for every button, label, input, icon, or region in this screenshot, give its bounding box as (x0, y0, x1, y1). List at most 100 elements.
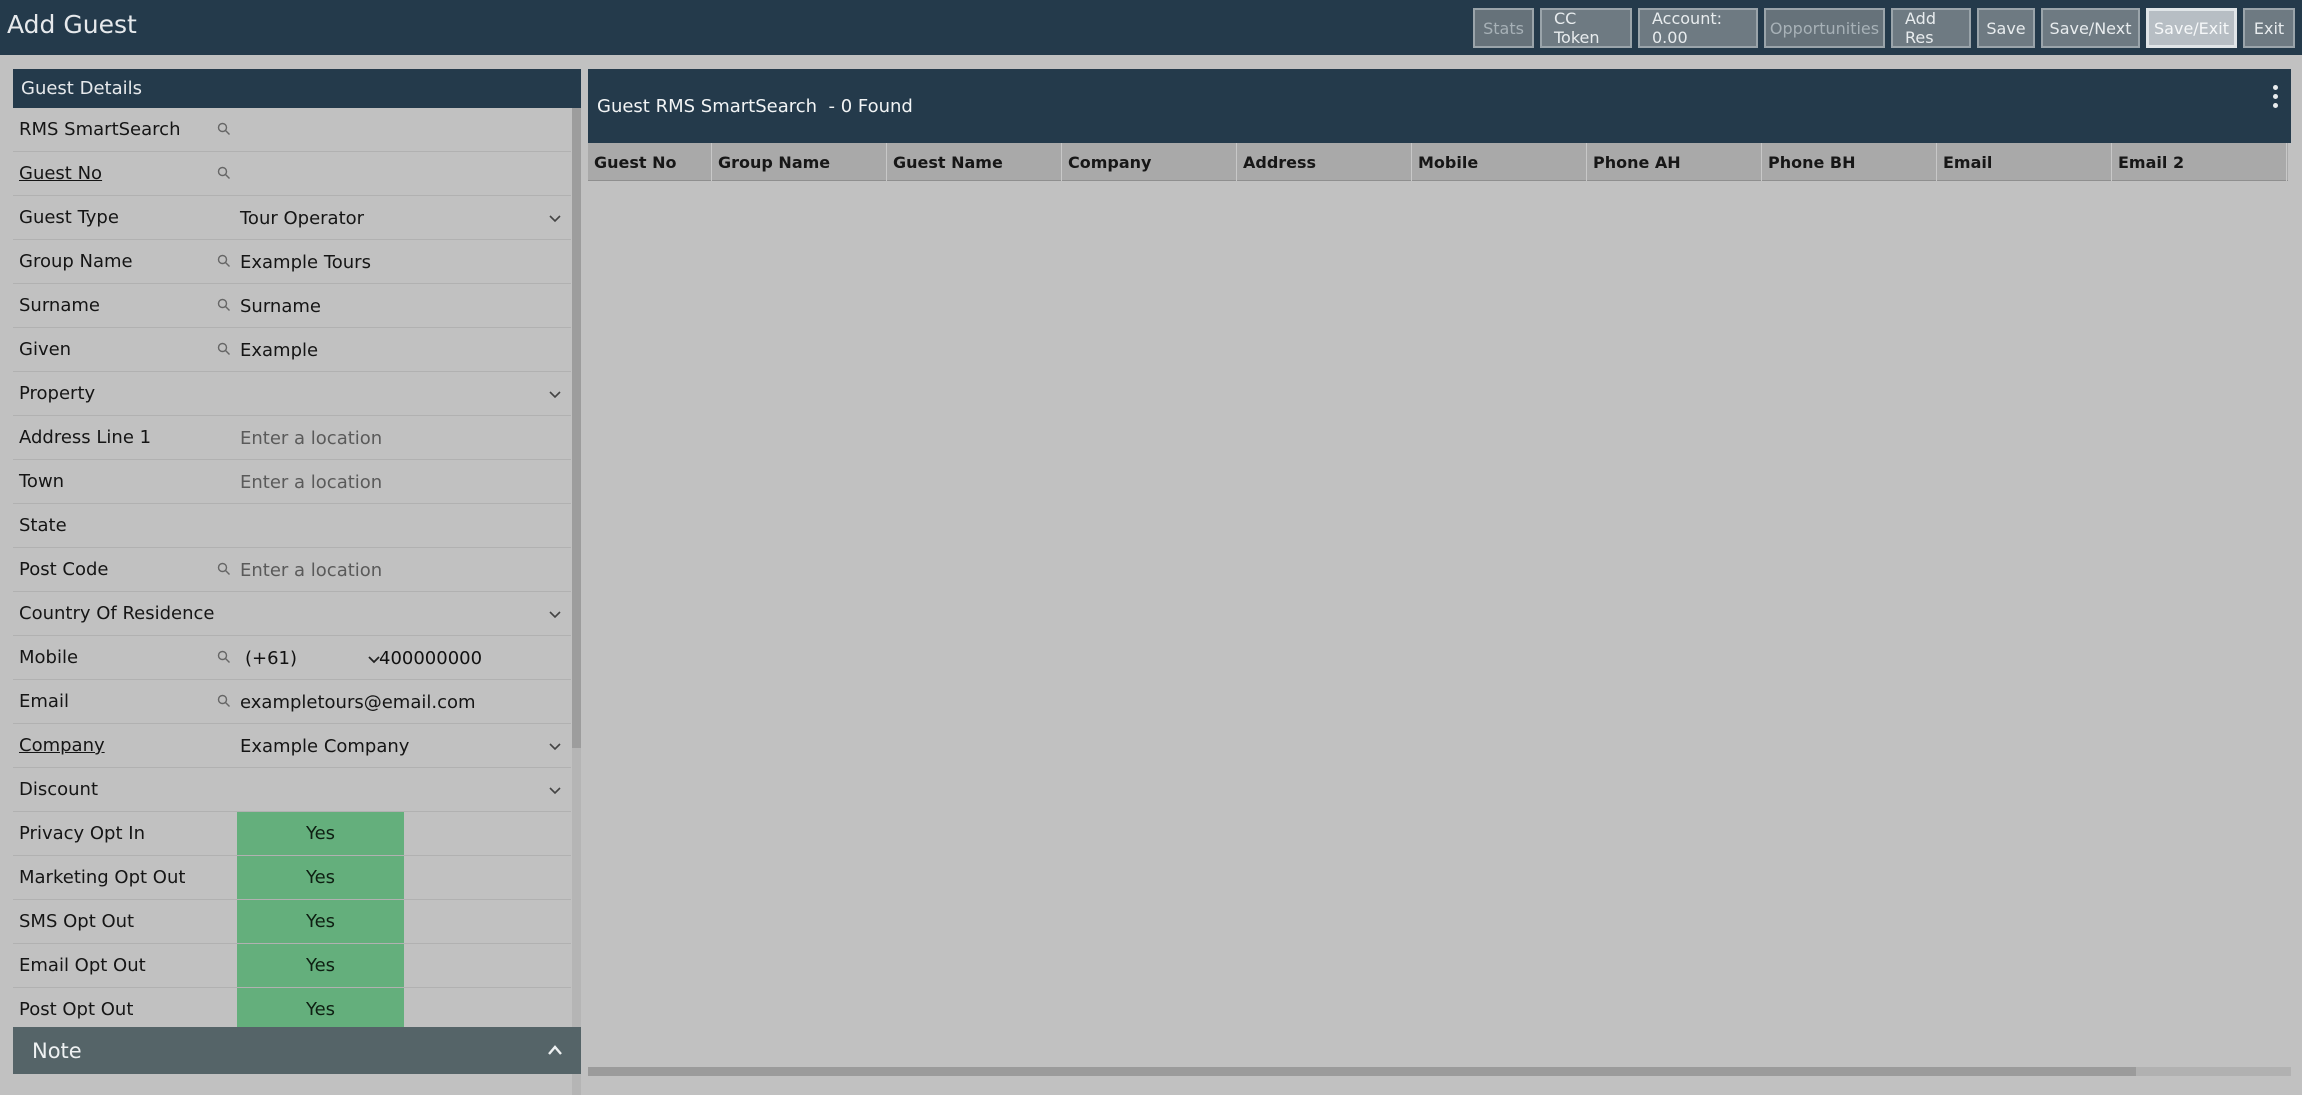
column-header-guest-name[interactable]: Guest Name (887, 143, 1062, 181)
chevron-down-icon[interactable] (548, 740, 562, 754)
post-code-label: Post Code (19, 559, 109, 580)
chevron-down-icon[interactable] (548, 784, 562, 798)
company-select[interactable]: Example Company (240, 736, 409, 757)
sms-opt-out-label: SMS Opt Out (19, 911, 135, 932)
property-row[interactable]: Property (13, 372, 571, 416)
search-icon (217, 650, 230, 663)
column-header-address[interactable]: Address (1237, 143, 1412, 181)
sms-opt-out-toggle[interactable]: Yes (237, 900, 404, 943)
group-name-row[interactable]: Group Name Example Tours (13, 240, 571, 284)
top-bar: Add Guest Stats CC Token Account: 0.00 O… (0, 0, 2302, 55)
company-row[interactable]: Company Example Company (13, 724, 571, 768)
group-name-label: Group Name (19, 251, 133, 272)
search-icon (217, 562, 230, 575)
address-line-1-input[interactable]: Enter a location (240, 428, 382, 449)
country-of-residence-row[interactable]: Country Of Residence (13, 592, 571, 636)
sms-opt-out-row: SMS Opt Out Yes (13, 900, 571, 944)
email-label: Email (19, 691, 69, 712)
privacy-opt-in-toggle[interactable]: Yes (237, 812, 404, 855)
chevron-down-icon[interactable] (548, 608, 562, 622)
guest-details-form: RMS SmartSearch Guest No Guest Type Tour… (13, 108, 571, 1095)
surname-row[interactable]: Surname Surname (13, 284, 571, 328)
exit-button[interactable]: Exit (2243, 8, 2295, 48)
given-label: Given (19, 339, 72, 360)
company-label[interactable]: Company (19, 735, 105, 756)
marketing-opt-out-row: Marketing Opt Out Yes (13, 856, 571, 900)
address-line-1-row[interactable]: Address Line 1 Enter a location (13, 416, 571, 460)
stats-button[interactable]: Stats (1473, 8, 1534, 48)
state-row[interactable]: State (13, 504, 571, 548)
post-opt-out-row: Post Opt Out Yes (13, 988, 571, 1032)
column-header-guest-no[interactable]: Guest No (588, 143, 712, 181)
opportunities-button[interactable]: Opportunities (1764, 8, 1885, 48)
column-header-company[interactable]: Company (1062, 143, 1237, 181)
add-res-button[interactable]: Add Res (1891, 8, 1971, 48)
more-options-icon[interactable] (2271, 85, 2279, 111)
account-button[interactable]: Account: 0.00 (1638, 8, 1758, 48)
email-input[interactable]: exampletours@email.com (240, 692, 476, 713)
surname-label: Surname (19, 295, 100, 316)
chevron-down-icon[interactable] (548, 212, 562, 226)
guest-type-label: Guest Type (19, 207, 119, 228)
column-header-email[interactable]: Email (1937, 143, 2112, 181)
save-next-button[interactable]: Save/Next (2041, 8, 2140, 48)
scrollbar-thumb[interactable] (572, 108, 581, 748)
address-line-1-label: Address Line 1 (19, 427, 152, 448)
guest-type-row[interactable]: Guest Type Tour Operator (13, 196, 571, 240)
search-icon (217, 122, 230, 135)
country-of-residence-label: Country Of Residence (19, 603, 215, 624)
mobile-number-input[interactable]: 400000000 (379, 648, 482, 669)
property-label: Property (19, 383, 96, 404)
smartsearch-title: Guest RMS SmartSearch - 0 Found (597, 95, 913, 117)
cc-token-button[interactable]: CC Token (1540, 8, 1632, 48)
column-header-email-2[interactable]: Email 2 (2112, 143, 2287, 181)
group-name-input[interactable]: Example Tours (240, 252, 371, 273)
guest-details-scrollbar[interactable] (572, 108, 581, 1095)
rms-smartsearch-row[interactable]: RMS SmartSearch (13, 108, 571, 152)
town-row[interactable]: Town Enter a location (13, 460, 571, 504)
column-header-group-name[interactable]: Group Name (712, 143, 887, 181)
email-row[interactable]: Email exampletours@email.com (13, 680, 571, 724)
chevron-down-icon[interactable] (548, 388, 562, 402)
marketing-opt-out-toggle[interactable]: Yes (237, 856, 404, 899)
given-input[interactable]: Example (240, 340, 318, 361)
given-row[interactable]: Given Example (13, 328, 571, 372)
email-opt-out-toggle[interactable]: Yes (237, 944, 404, 987)
surname-input[interactable]: Surname (240, 296, 321, 317)
note-label: Note (32, 1038, 82, 1063)
post-code-row[interactable]: Post Code Enter a location (13, 548, 571, 592)
town-input[interactable]: Enter a location (240, 472, 382, 493)
save-exit-button[interactable]: Save/Exit (2146, 8, 2237, 48)
guest-no-row[interactable]: Guest No (13, 152, 571, 196)
guest-type-select[interactable]: Tour Operator (240, 208, 364, 229)
discount-label: Discount (19, 779, 99, 800)
column-header-phone-ah[interactable]: Phone AH (1587, 143, 1762, 181)
search-icon (217, 254, 230, 267)
privacy-opt-in-label: Privacy Opt In (19, 823, 145, 844)
post-opt-out-label: Post Opt Out (19, 999, 134, 1020)
email-opt-out-label: Email Opt Out (19, 955, 146, 976)
column-header-mobile[interactable]: Mobile (1412, 143, 1587, 181)
column-header-phone-bh[interactable]: Phone BH (1762, 143, 1937, 181)
search-icon (217, 298, 230, 311)
search-icon (217, 342, 230, 355)
scrollbar-thumb[interactable] (588, 1067, 2136, 1076)
mobile-country-code-select[interactable]: (+61) (245, 648, 297, 669)
smartsearch-header: Guest RMS SmartSearch - 0 Found (588, 69, 2291, 143)
state-label: State (19, 515, 67, 536)
save-button[interactable]: Save (1977, 8, 2035, 48)
discount-row[interactable]: Discount (13, 768, 571, 812)
rms-smartsearch-label: RMS SmartSearch (19, 119, 181, 140)
mobile-label: Mobile (19, 647, 79, 668)
mobile-row[interactable]: Mobile (+61) 400000000 (13, 636, 571, 680)
guest-details-header: Guest Details (13, 69, 581, 108)
note-section-header[interactable]: Note (13, 1027, 581, 1074)
town-label: Town (19, 471, 65, 492)
post-code-input[interactable]: Enter a location (240, 560, 382, 581)
chevron-up-icon[interactable] (547, 1044, 563, 1056)
email-opt-out-row: Email Opt Out Yes (13, 944, 571, 988)
results-horizontal-scrollbar[interactable] (588, 1067, 2291, 1076)
guest-no-label[interactable]: Guest No (19, 163, 102, 184)
smartsearch-panel: Guest RMS SmartSearch - 0 Found Guest No… (588, 69, 2291, 1079)
post-opt-out-toggle[interactable]: Yes (237, 988, 404, 1031)
